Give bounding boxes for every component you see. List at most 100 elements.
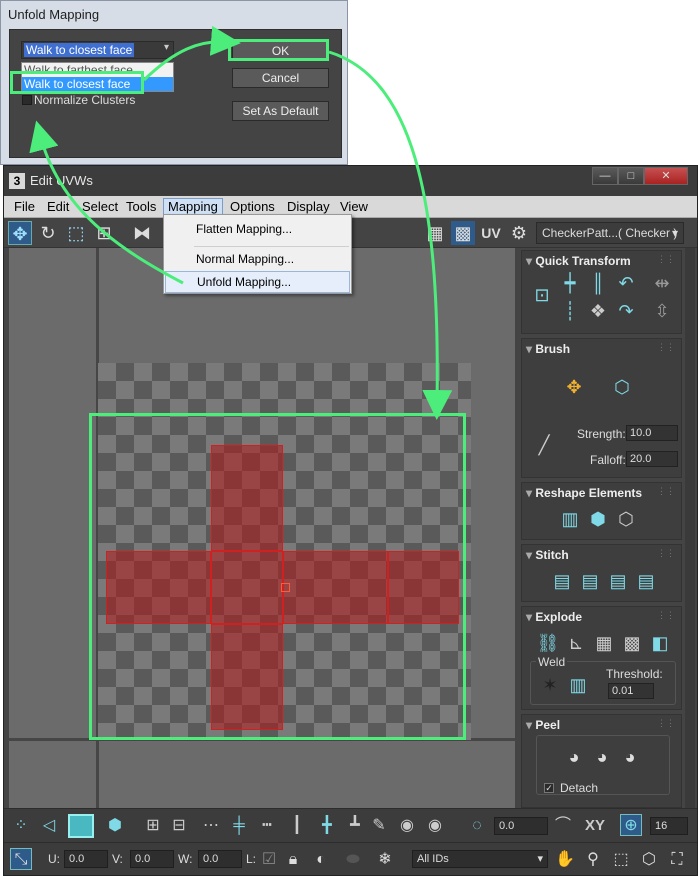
space-vertical-icon[interactable]: ┊: [558, 299, 582, 323]
panel-scrollbar[interactable]: [685, 248, 695, 808]
flatten-material-icon[interactable]: ▩: [620, 631, 644, 655]
linear-align-icon[interactable]: ❖: [586, 299, 610, 323]
ok-button[interactable]: OK: [232, 41, 329, 61]
loop-shrink-icon[interactable]: ┅: [256, 815, 278, 837]
maximize-button[interactable]: □: [618, 167, 644, 185]
relax-icon[interactable]: ⬢: [586, 507, 610, 531]
normalize-checkbox[interactable]: [22, 95, 32, 105]
menu-normal-mapping[interactable]: Normal Mapping...: [165, 248, 350, 270]
reset-peel-icon[interactable]: ◕: [618, 745, 642, 769]
rotate-angle-field[interactable]: 0.0: [494, 817, 548, 835]
scale-icon[interactable]: ⬚: [64, 221, 88, 245]
checker-show-icon[interactable]: ▦: [423, 221, 447, 245]
zoom-icon[interactable]: ⚲: [582, 849, 604, 871]
pan-icon[interactable]: ✋: [554, 849, 576, 871]
set-default-button[interactable]: Set As Default: [232, 101, 329, 121]
window-titlebar[interactable]: 3 Edit UVWs — □ ✕: [4, 166, 697, 196]
align-vertical-icon[interactable]: ║: [586, 271, 610, 295]
detach-edge-icon[interactable]: ⊾: [564, 631, 588, 655]
menu-file[interactable]: File: [10, 198, 39, 216]
uv-shell-bottom[interactable]: [211, 624, 283, 730]
menu-flatten-mapping[interactable]: Flatten Mapping...: [165, 218, 350, 240]
detach-checkbox[interactable]: ✓: [544, 783, 554, 793]
checker-toggle-icon[interactable]: ▩: [451, 221, 475, 245]
menu-select[interactable]: Select: [78, 198, 122, 216]
enlarge-brush-icon[interactable]: ◉: [396, 815, 418, 837]
option-walk-closest[interactable]: Walk to closest face: [22, 77, 173, 91]
grip-icon[interactable]: ⋮⋮: [657, 486, 675, 497]
uv-label[interactable]: UV: [479, 221, 503, 245]
option-walk-farthest[interactable]: Walk to farthest face: [22, 63, 173, 77]
paint-move-icon[interactable]: ✥: [562, 375, 586, 399]
zoom-selected-icon[interactable]: ⛶: [666, 849, 688, 871]
rotate-angle-icon[interactable]: ◌: [466, 815, 488, 837]
section-title[interactable]: ▾ Stitch: [526, 548, 569, 562]
rotate-icon[interactable]: ↻: [36, 221, 60, 245]
straighten-icon[interactable]: ▥: [558, 507, 582, 531]
uv-shell-left[interactable]: [106, 551, 211, 624]
edge-mode-icon[interactable]: ◁: [38, 815, 60, 837]
freeze-icon[interactable]: ❄: [374, 849, 396, 871]
uv-shell-center[interactable]: [211, 551, 283, 624]
stitch-custom-icon[interactable]: ▤: [550, 569, 574, 593]
break-icon[interactable]: ⛓: [536, 631, 560, 655]
space-h-icon[interactable]: ⇹: [650, 271, 674, 295]
section-title[interactable]: ▾ Brush: [526, 342, 570, 356]
soft-select-icon[interactable]: ⌒: [552, 815, 574, 837]
flatten-smoothing-icon[interactable]: ▦: [592, 631, 616, 655]
stitch-average-icon[interactable]: ▤: [606, 569, 630, 593]
grip-icon[interactable]: ⋮⋮: [657, 718, 675, 729]
move-icon[interactable]: ✥: [8, 221, 32, 245]
loop-icon[interactable]: ⋯: [200, 815, 222, 837]
brush-line-icon[interactable]: ╱: [532, 433, 556, 457]
uv-viewport[interactable]: [9, 248, 515, 808]
menu-unfold-mapping[interactable]: Unfold Mapping...: [165, 271, 350, 293]
grip-icon[interactable]: ⋮⋮: [657, 610, 675, 621]
element-mode-icon[interactable]: ⬢: [104, 815, 126, 837]
grid-snap-icon[interactable]: ⊕: [620, 814, 642, 836]
relax-settings-icon[interactable]: ⬡: [614, 507, 638, 531]
walk-dropdown[interactable]: Walk to closest face ▾: [21, 41, 174, 59]
weld-target-icon[interactable]: ▥: [566, 673, 590, 697]
grip-icon[interactable]: ⋮⋮: [657, 342, 675, 353]
lock-checkbox-icon[interactable]: ☑: [258, 849, 280, 871]
uv-shell-right-inner[interactable]: [283, 551, 388, 624]
ring-grow-icon[interactable]: ╋: [316, 815, 338, 837]
falloff-spinner[interactable]: 20.0: [626, 451, 678, 467]
relax-brush-icon[interactable]: ⬡: [610, 375, 634, 399]
checker-settings-icon[interactable]: ⚙: [507, 221, 531, 245]
quick-peel-icon[interactable]: ◕: [562, 745, 586, 769]
grid-size-field[interactable]: 16: [650, 817, 688, 835]
u-field[interactable]: 0.0: [64, 850, 108, 868]
space-v-icon[interactable]: ⇳: [650, 299, 674, 323]
xy-label[interactable]: XY: [580, 815, 610, 837]
shrink-brush-icon[interactable]: ◉: [424, 815, 446, 837]
lock-icon[interactable]: 🔒︎: [282, 849, 304, 871]
section-title[interactable]: ▾ Peel: [526, 718, 560, 732]
align-horizontal-icon[interactable]: ┿: [558, 271, 582, 295]
grip-icon[interactable]: ⋮⋮: [657, 254, 675, 265]
ids-dropdown[interactable]: All IDs ▾: [412, 850, 548, 868]
rotate-ccw-icon[interactable]: ↶: [614, 271, 638, 295]
w-field[interactable]: 0.0: [198, 850, 242, 868]
threshold-spinner[interactable]: 0.01: [608, 683, 654, 699]
zoom-region-icon[interactable]: ⬚: [610, 849, 632, 871]
loop-grow-icon[interactable]: ╪: [228, 815, 250, 837]
ring-icon[interactable]: ┃: [286, 815, 308, 837]
checker-dropdown[interactable]: CheckerPatt...( Checker ) ▾: [536, 222, 684, 244]
close-button[interactable]: ✕: [644, 167, 688, 185]
align-to-pivot-icon[interactable]: ⊡: [530, 283, 554, 307]
stitch-target-icon[interactable]: ▤: [634, 569, 658, 593]
uv-shell-top[interactable]: [211, 445, 283, 551]
section-title[interactable]: ▾ Reshape Elements: [526, 486, 642, 500]
section-title[interactable]: ▾ Quick Transform: [526, 254, 631, 268]
hide-icon[interactable]: ◐: [310, 849, 332, 871]
flatten-edges-icon[interactable]: ◧: [648, 631, 672, 655]
peel-mode-icon[interactable]: ◕: [590, 745, 614, 769]
polygon-mode-icon[interactable]: [68, 814, 94, 838]
section-title[interactable]: ▾ Explode: [526, 610, 582, 624]
grip-icon[interactable]: ⋮⋮: [657, 548, 675, 559]
strength-spinner[interactable]: 10.0: [626, 425, 678, 441]
zoom-extents-icon[interactable]: ⬡: [638, 849, 660, 871]
minimize-button[interactable]: —: [592, 167, 618, 185]
